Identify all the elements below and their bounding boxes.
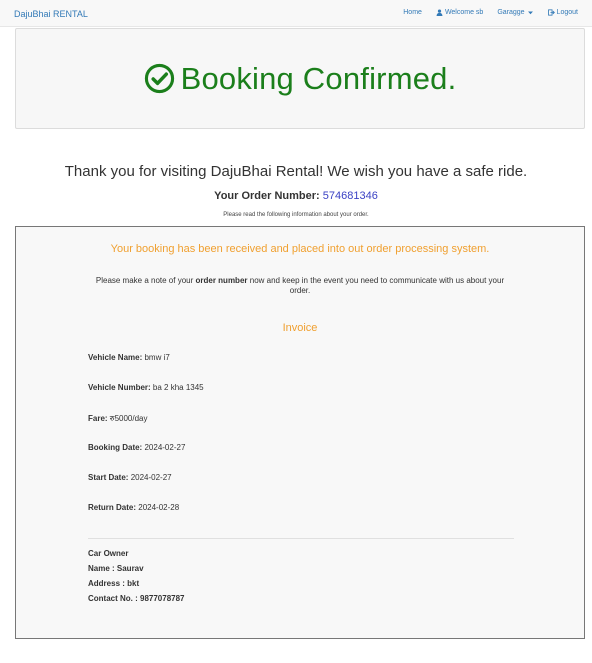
confirmation-banner: Booking Confirmed. [15,28,585,129]
booking-date-value: 2024-02-27 [144,443,186,452]
booking-received-message: Your booking has been received and place… [110,243,490,255]
nav-logout-label: Logout [556,9,578,16]
booking-date-field: Booking Date: 2024-02-27 [88,443,185,452]
nav-welcome-label: Welcome sb [444,9,484,16]
order-note-after: now and keep in the event you need to co… [247,276,505,295]
confirmation-heading: Booking Confirmed. [144,61,457,97]
order-note-before: Please make a note of your [95,276,196,285]
vehicle-number-field: Vehicle Number: ba 2 kha 1345 [88,383,204,392]
nav-links: Home Welcome sb Garagge Logout [403,9,578,16]
user-icon [436,9,443,16]
owner-name: Name : Saurav [88,564,144,573]
vehicle-number-label: Vehicle Number: [88,383,151,392]
order-note-bold: order number [195,276,248,285]
return-date-label: Return Date: [88,503,137,512]
start-date-field: Start Date: 2024-02-27 [88,473,172,482]
nav-home-label: Home [403,9,422,16]
vehicle-name-value: bmw i7 [144,353,170,362]
return-date-value: 2024-02-28 [138,503,180,512]
order-panel: Your booking has been received and place… [15,226,585,639]
invoice-title: Invoice [282,322,318,334]
order-number-line: Your Order Number: 574681346 [0,190,592,202]
thank-you-message: Thank you for visiting DajuBhai Rental! … [64,163,528,180]
vehicle-name-label: Vehicle Name: [88,353,143,362]
order-number-value: 574681346 [322,190,378,202]
nav-garage-label: Garagge [497,9,525,16]
owner-address: Address : bkt [88,579,140,588]
nav-garage-dropdown[interactable]: Garagge [497,9,533,16]
vehicle-number-value: ba 2 kha 1345 [152,383,204,392]
vehicle-name-field: Vehicle Name: bmw i7 [88,353,170,362]
nav-logout-link[interactable]: Logout [547,9,578,16]
fare-field: Fare: रु5000/day [88,413,148,424]
booking-date-label: Booking Date: [88,443,143,452]
car-owner-heading: Car Owner [88,549,129,558]
owner-contact: Contact No. : 9877078787 [88,594,185,603]
start-date-label: Start Date: [88,473,129,482]
brand-link[interactable]: DajuBhai RENTAL [14,9,88,19]
return-date-field: Return Date: 2024-02-28 [88,503,179,512]
order-note: Please make a note of your order number … [90,276,510,296]
nav-welcome-link[interactable]: Welcome sb [436,9,483,16]
page-title: Booking Confirmed. [180,60,457,96]
navbar: DajuBhai RENTAL Home Welcome sb Garagge … [0,0,592,27]
section-divider [88,538,514,539]
logout-icon [547,9,555,16]
check-circle-icon [144,63,174,94]
fare-value: रु5000/day [109,414,148,423]
caret-down-icon [527,11,533,15]
read-info-note: Please read the following information ab… [223,212,369,218]
start-date-value: 2024-02-27 [130,473,172,482]
nav-home-link[interactable]: Home [403,9,422,16]
fare-label: Fare: [88,414,108,423]
order-number-label: Your Order Number: [214,190,320,202]
